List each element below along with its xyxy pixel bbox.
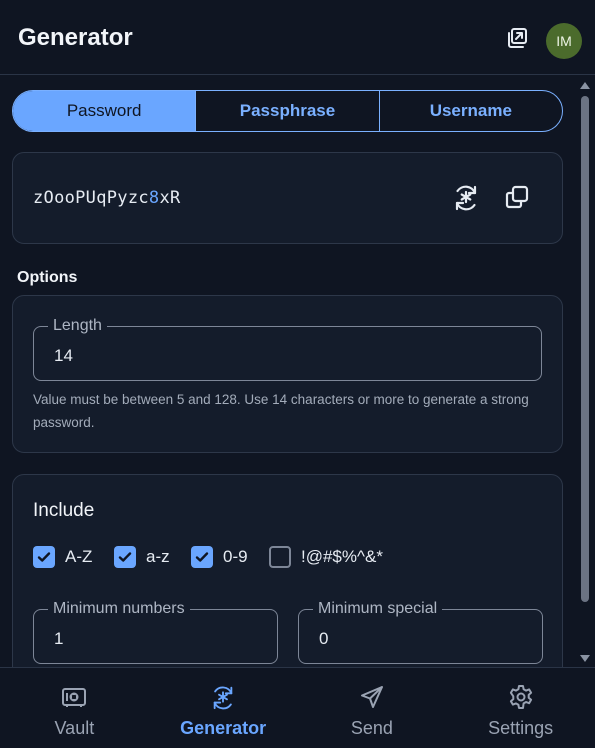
scrollbar-thumb[interactable] — [581, 96, 589, 602]
generator-content: Password Passphrase Username zOooPUqPyzc… — [0, 76, 577, 667]
checkbox-label: a-z — [146, 547, 170, 566]
nav-label: Settings — [488, 718, 554, 738]
generated-password[interactable]: zOooPUqPyzc8xR — [33, 188, 181, 208]
checkbox-checked-icon — [114, 546, 136, 568]
password-segment: xR — [159, 188, 181, 208]
app-header: Generator IM — [0, 0, 595, 75]
generated-password-card: zOooPUqPyzc8xR — [12, 152, 563, 244]
nav-send[interactable]: Send — [298, 668, 447, 748]
checkbox-label: 0-9 — [223, 547, 248, 566]
scroll-down-icon[interactable] — [580, 655, 590, 662]
password-segment-numeric: 8 — [148, 188, 160, 208]
minimum-special-field[interactable]: Minimum special 0 — [298, 600, 543, 664]
checkbox-numbers[interactable]: 0-9 — [191, 545, 248, 569]
checkbox-checked-icon — [33, 546, 55, 568]
tab-username[interactable]: Username — [378, 91, 562, 131]
length-hint: Value must be between 5 and 128. Use 14 … — [33, 392, 529, 430]
nav-settings[interactable]: Settings — [446, 668, 595, 748]
checkbox-unchecked-icon — [269, 546, 291, 568]
settings-icon — [509, 685, 532, 709]
scroll-up-icon[interactable] — [580, 82, 590, 89]
checkbox-label: A-Z — [65, 547, 93, 566]
length-field[interactable]: Length 14 — [33, 317, 542, 381]
length-label: Length — [48, 317, 107, 335]
regenerate-icon — [455, 185, 477, 211]
copy-button[interactable] — [502, 182, 532, 212]
nav-label: Vault — [54, 718, 95, 738]
minimum-numbers-field[interactable]: Minimum numbers 1 — [33, 600, 278, 664]
minimum-special-value[interactable]: 0 — [319, 629, 328, 649]
send-icon — [360, 686, 383, 708]
nav-label: Send — [350, 718, 393, 738]
tab-passphrase[interactable]: Passphrase — [195, 91, 378, 131]
minimum-numbers-label: Minimum numbers — [48, 600, 190, 618]
checkbox-uppercase[interactable]: A-Z — [33, 545, 92, 569]
include-card: Include A-Z a-z 0-9 !@#$%^&* Minimum num… — [12, 474, 563, 667]
checkbox-special[interactable]: !@#$%^&* — [269, 545, 383, 569]
include-heading: Include — [33, 500, 95, 521]
length-value[interactable]: 14 — [54, 346, 73, 366]
minimum-numbers-value[interactable]: 1 — [54, 629, 63, 649]
bottom-navigation: Vault Generator Send Settings — [0, 667, 595, 748]
options-heading: Options — [17, 269, 78, 286]
minimum-special-label: Minimum special — [313, 600, 443, 618]
copy-icon — [505, 185, 529, 209]
checkbox-checked-icon — [191, 546, 213, 568]
generator-type-tabs: Password Passphrase Username — [12, 90, 563, 132]
password-segment: zOooPUqPyzc — [33, 188, 149, 208]
generator-icon — [213, 686, 233, 710]
scrollbar[interactable] — [579, 78, 591, 664]
nav-label: Generator — [180, 718, 267, 738]
character-set-checkboxes: A-Z a-z 0-9 !@#$%^&* — [33, 545, 553, 569]
nav-vault[interactable]: Vault — [0, 668, 149, 748]
checkbox-label: !@#$%^&* — [301, 547, 383, 566]
nav-generator[interactable]: Generator — [149, 668, 298, 748]
tab-password[interactable]: Password — [13, 91, 196, 131]
vault-icon — [62, 688, 87, 707]
checkbox-lowercase[interactable]: a-z — [114, 545, 170, 569]
length-card: Length 14 Value must be between 5 and 12… — [12, 295, 563, 453]
page-title: Generator — [18, 24, 133, 51]
regenerate-button[interactable] — [451, 182, 481, 212]
avatar[interactable]: IM — [546, 23, 582, 59]
popout-icon[interactable] — [505, 26, 529, 50]
